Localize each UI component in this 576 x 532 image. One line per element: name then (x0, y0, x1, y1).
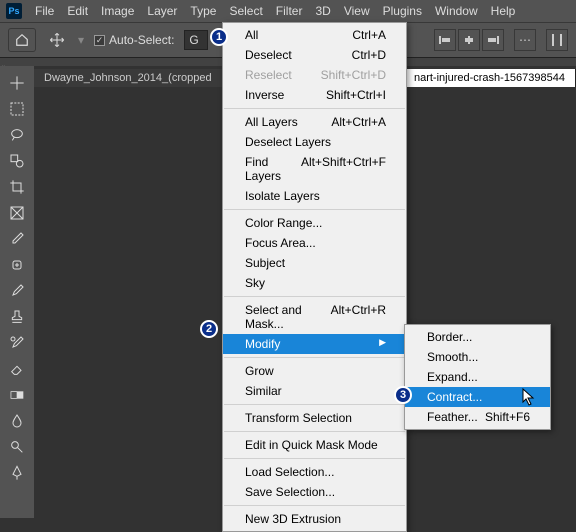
menu-item-grow[interactable]: Grow (223, 361, 406, 381)
menu-plugins[interactable]: Plugins (383, 4, 422, 18)
frame-tool[interactable] (2, 200, 32, 226)
menubar: Ps File Edit Image Layer Type Select Fil… (0, 0, 576, 22)
healing-tool[interactable] (2, 252, 32, 278)
menu-item-isolate-layers[interactable]: Isolate Layers (223, 186, 406, 206)
menu-item-all-layers[interactable]: All LayersAlt+Ctrl+A (223, 112, 406, 132)
menu-item-all[interactable]: AllCtrl+A (223, 25, 406, 45)
stamp-tool[interactable] (2, 304, 32, 330)
menu-item-color-range[interactable]: Color Range... (223, 213, 406, 233)
modify-submenu: Border... Smooth... Expand... Contract..… (404, 324, 551, 430)
home-button[interactable] (8, 28, 36, 52)
gradient-tool[interactable] (2, 382, 32, 408)
menu-layer[interactable]: Layer (147, 4, 177, 18)
history-brush-tool[interactable] (2, 330, 32, 356)
blur-tool[interactable] (2, 408, 32, 434)
distribute-button[interactable] (546, 29, 568, 51)
auto-select-target[interactable]: G (184, 30, 208, 50)
menu-item-inverse[interactable]: InverseShift+Ctrl+I (223, 85, 406, 105)
menu-item-smooth[interactable]: Smooth... (405, 347, 550, 367)
eraser-tool[interactable] (2, 356, 32, 382)
menu-item-similar[interactable]: Similar (223, 381, 406, 401)
menu-item-deselect-layers[interactable]: Deselect Layers (223, 132, 406, 152)
align-center-button[interactable] (458, 29, 480, 51)
align-right-button[interactable] (482, 29, 504, 51)
eyedropper-tool[interactable] (2, 226, 32, 252)
menu-item-sky[interactable]: Sky (223, 273, 406, 293)
auto-select-checkbox[interactable]: ✓ Auto-Select: (94, 33, 174, 47)
more-options-button[interactable]: ⋯ (514, 29, 536, 51)
app-logo: Ps (6, 3, 22, 19)
menu-item-transform-selection[interactable]: Transform Selection (223, 408, 406, 428)
menu-item-focus-area[interactable]: Focus Area... (223, 233, 406, 253)
brush-tool[interactable] (2, 278, 32, 304)
menu-type[interactable]: Type (190, 4, 216, 18)
menu-item-border[interactable]: Border... (405, 327, 550, 347)
annotation-badge-3: 3 (394, 386, 412, 404)
tool-palette (0, 66, 34, 518)
auto-select-label: Auto-Select: (109, 33, 174, 47)
menu-filter[interactable]: Filter (276, 4, 303, 18)
document-tab[interactable]: nart-injured-crash-1567398544 (404, 69, 576, 87)
menu-edit[interactable]: Edit (67, 4, 88, 18)
menu-item-quick-mask[interactable]: Edit in Quick Mask Mode (223, 435, 406, 455)
align-left-button[interactable] (434, 29, 456, 51)
menu-item-new-3d-extrusion[interactable]: New 3D Extrusion (223, 509, 406, 529)
select-menu-dropdown: AllCtrl+A DeselectCtrl+D ReselectShift+C… (222, 22, 407, 532)
menu-item-select-mask[interactable]: Select and Mask...Alt+Ctrl+R (223, 300, 406, 334)
menu-item-subject[interactable]: Subject (223, 253, 406, 273)
move-tool[interactable] (2, 70, 32, 96)
lasso-tool[interactable] (2, 122, 32, 148)
cursor-icon (522, 388, 536, 406)
menu-item-feather[interactable]: Feather...Shift+F6 (405, 407, 550, 427)
crop-tool[interactable] (2, 174, 32, 200)
menu-3d[interactable]: 3D (315, 4, 330, 18)
menu-view[interactable]: View (344, 4, 370, 18)
menu-item-find-layers[interactable]: Find LayersAlt+Shift+Ctrl+F (223, 152, 406, 186)
menu-item-expand[interactable]: Expand... (405, 367, 550, 387)
document-tab[interactable]: Dwayne_Johnson_2014_(cropped (34, 69, 223, 87)
menu-window[interactable]: Window (435, 4, 478, 18)
menu-file[interactable]: File (35, 4, 54, 18)
menu-item-deselect[interactable]: DeselectCtrl+D (223, 45, 406, 65)
menu-item-load-selection[interactable]: Load Selection... (223, 462, 406, 482)
menu-item-reselect: ReselectShift+Ctrl+D (223, 65, 406, 85)
marquee-tool[interactable] (2, 96, 32, 122)
menu-select[interactable]: Select (229, 4, 262, 18)
menu-item-save-selection[interactable]: Save Selection... (223, 482, 406, 502)
annotation-badge-1: 1 (210, 28, 228, 46)
submenu-arrow-icon: ▶ (379, 337, 386, 351)
dodge-tool[interactable] (2, 434, 32, 460)
menu-help[interactable]: Help (491, 4, 516, 18)
pen-tool[interactable] (2, 460, 32, 486)
quick-select-tool[interactable] (2, 148, 32, 174)
annotation-badge-2: 2 (200, 320, 218, 338)
move-tool-icon[interactable] (46, 29, 68, 51)
menu-item-modify[interactable]: Modify▶ (223, 334, 406, 354)
menu-image[interactable]: Image (101, 4, 134, 18)
